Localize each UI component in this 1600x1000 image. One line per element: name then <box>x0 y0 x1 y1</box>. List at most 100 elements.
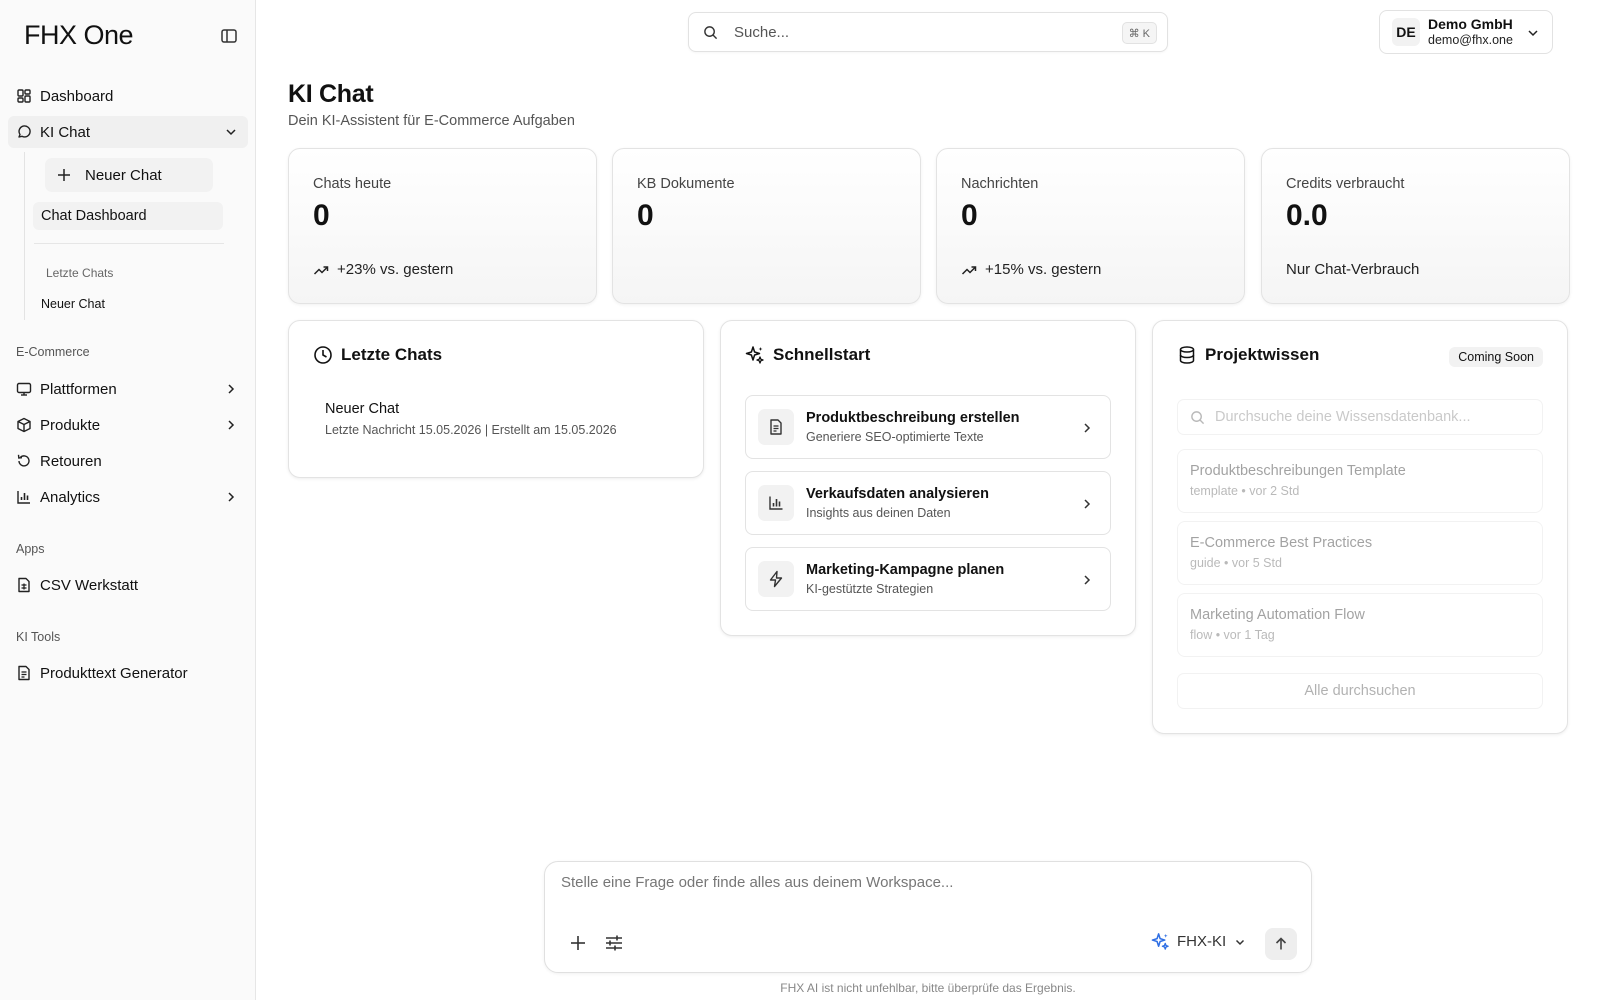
panel-title: Letzte Chats <box>313 345 442 365</box>
sidebar-item-analytics[interactable]: Analytics <box>8 481 248 513</box>
knowledge-item-meta: guide • vor 5 Std <box>1190 556 1282 570</box>
sidebar-item-label: Retouren <box>40 452 102 470</box>
avatar: DE <box>1392 18 1420 46</box>
new-chat-button[interactable]: Neuer Chat <box>45 158 213 192</box>
chevron-right-icon <box>1084 423 1091 433</box>
chevron-right-icon <box>1084 575 1091 585</box>
quickstart-item-product-description[interactable]: Produktbeschreibung erstellen Generiere … <box>745 395 1111 459</box>
sidebar-item-produkte[interactable]: Produkte <box>8 409 248 441</box>
recent-chats-caption: Letzte Chats <box>46 266 114 280</box>
quickstart-item-subtitle: KI-gestützte Strategien <box>806 582 934 596</box>
model-selector[interactable]: FHX-KI <box>1151 932 1246 951</box>
chevron-down-icon <box>1236 939 1245 945</box>
panel-title: Schnellstart <box>745 345 870 365</box>
stat-trend-text: +23% vs. gestern <box>337 261 454 278</box>
stat-label: KB Dokumente <box>637 176 735 192</box>
chevron-right-icon <box>228 384 235 394</box>
stat-value: 0 <box>637 199 654 232</box>
stat-label: Credits verbraucht <box>1286 176 1405 192</box>
page-subtitle: Dein KI-Assistent für E-Commerce Aufgabe… <box>288 113 575 129</box>
sidebar-item-plattformen[interactable]: Plattformen <box>8 373 248 405</box>
package-icon <box>17 417 31 433</box>
quickstart-icon-box <box>758 409 794 445</box>
sidebar-item-label: Dashboard <box>40 87 114 105</box>
new-chat-label: Neuer Chat <box>85 166 162 184</box>
recent-chat-meta: Letzte Nachricht 15.05.2026 | Erstellt a… <box>325 423 617 437</box>
knowledge-item-title: Marketing Automation Flow <box>1190 607 1365 623</box>
quickstart-item-marketing-campaign[interactable]: Marketing-Kampagne planen KI-gestützte S… <box>745 547 1111 611</box>
global-search[interactable]: ⌘ K <box>688 12 1168 52</box>
dashboard-grid-icon <box>17 89 31 103</box>
sidebar-item-label: Produkttext Generator <box>40 664 188 682</box>
quickstart-item-sales-analysis[interactable]: Verkaufsdaten analysieren Insights aus d… <box>745 471 1111 535</box>
chevron-down-icon <box>1528 30 1538 37</box>
stat-footer: Nur Chat-Verbrauch <box>1286 261 1419 278</box>
sidebar-item-produkttext-generator[interactable]: Produkttext Generator <box>8 657 248 689</box>
sidebar-item-label: CSV Werkstatt <box>40 576 139 594</box>
sidebar-recent-chat-link[interactable]: Neuer Chat <box>41 297 105 311</box>
sparkles-icon <box>745 346 764 364</box>
recent-chat-item[interactable]: Neuer Chat Letzte Nachricht 15.05.2026 |… <box>325 401 617 437</box>
search-input[interactable] <box>734 23 1094 41</box>
stat-value: 0 <box>961 199 978 232</box>
account-switcher[interactable]: DE Demo GmbH demo@fhx.one <box>1379 10 1553 54</box>
sidebar-item-retouren[interactable]: Retouren <box>8 445 248 477</box>
quickstart-item-title: Marketing-Kampagne planen <box>806 562 1005 578</box>
sidebar: FHX One Dashboard KI Chat Neuer Chat Cha… <box>0 0 256 1000</box>
send-button[interactable] <box>1265 928 1297 960</box>
stat-card-kb-documents: KB Dokumente 0 <box>612 148 921 304</box>
lightning-icon <box>769 570 783 588</box>
search-icon <box>1191 410 1205 424</box>
recent-chats-panel: Letzte Chats Neuer Chat Letzte Nachricht… <box>288 320 704 478</box>
plus-icon <box>571 936 585 950</box>
stat-label: Chats heute <box>313 176 392 192</box>
sparkles-icon <box>1151 933 1169 950</box>
quickstart-item-title: Verkaufsdaten analysieren <box>806 486 989 502</box>
sidebar-item-label: Analytics <box>40 488 101 506</box>
section-label-ecommerce: E-Commerce <box>16 345 90 359</box>
search-icon <box>704 25 718 39</box>
chat-input[interactable] <box>561 874 1261 914</box>
stat-trend-text: +15% vs. gestern <box>985 261 1102 278</box>
account-name: Demo GmbH <box>1428 16 1513 32</box>
sidebar-toggle-button[interactable] <box>220 27 238 45</box>
brand-logo: FHX One <box>24 20 134 50</box>
knowledge-item-title: Produktbeschreibungen Template <box>1190 463 1406 479</box>
bar-chart-icon <box>769 496 783 510</box>
section-label-apps: Apps <box>16 542 45 556</box>
knowledge-item[interactable]: E-Commerce Best Practices guide • vor 5 … <box>1177 521 1543 585</box>
knowledge-item[interactable]: Produktbeschreibungen Template template … <box>1177 449 1543 513</box>
quickstart-item-subtitle: Insights aus deinen Daten <box>806 506 951 520</box>
clock-icon <box>314 346 332 364</box>
chat-bubble-icon <box>18 125 31 138</box>
knowledge-search-input[interactable] <box>1215 409 1535 425</box>
knowledge-item-meta: template • vor 2 Std <box>1190 484 1300 498</box>
ai-disclaimer: FHX AI ist nicht unfehlbar, bitte überpr… <box>780 981 1076 995</box>
coming-soon-badge: Coming Soon <box>1449 347 1543 367</box>
knowledge-item-title: E-Commerce Best Practices <box>1190 535 1373 551</box>
chevron-down-icon <box>226 129 236 136</box>
monitor-icon <box>16 382 32 396</box>
attach-button[interactable] <box>567 932 589 954</box>
database-icon <box>1179 346 1195 364</box>
sidebar-item-chat-dashboard[interactable]: Chat Dashboard <box>33 202 223 230</box>
stat-card-chats-today: Chats heute 0 +23% vs. gestern <box>288 148 597 304</box>
settings-sliders-button[interactable] <box>603 932 625 954</box>
sidebar-item-csv-werkstatt[interactable]: CSV Werkstatt <box>8 569 248 601</box>
sidebar-item-ki-chat[interactable]: KI Chat <box>8 116 248 148</box>
quickstart-panel: Schnellstart Produktbeschreibung erstell… <box>720 320 1136 636</box>
knowledge-search[interactable] <box>1177 399 1543 435</box>
sliders-icon <box>606 935 622 951</box>
panel-title: Projektwissen <box>1177 345 1319 365</box>
submenu-line <box>24 152 25 320</box>
recent-chat-title: Neuer Chat <box>325 401 400 417</box>
sidebar-item-dashboard[interactable]: Dashboard <box>8 80 248 112</box>
knowledge-item[interactable]: Marketing Automation Flow flow • vor 1 T… <box>1177 593 1543 657</box>
sidebar-item-label: Produkte <box>40 416 101 434</box>
stat-label: Nachrichten <box>961 176 1039 192</box>
chevron-right-icon <box>228 492 235 502</box>
panel-title-text: Schnellstart <box>773 345 871 364</box>
sidebar-item-label: Plattformen <box>40 380 117 398</box>
search-all-button[interactable]: Alle durchsuchen <box>1177 673 1543 709</box>
trending-up-icon <box>313 265 329 275</box>
